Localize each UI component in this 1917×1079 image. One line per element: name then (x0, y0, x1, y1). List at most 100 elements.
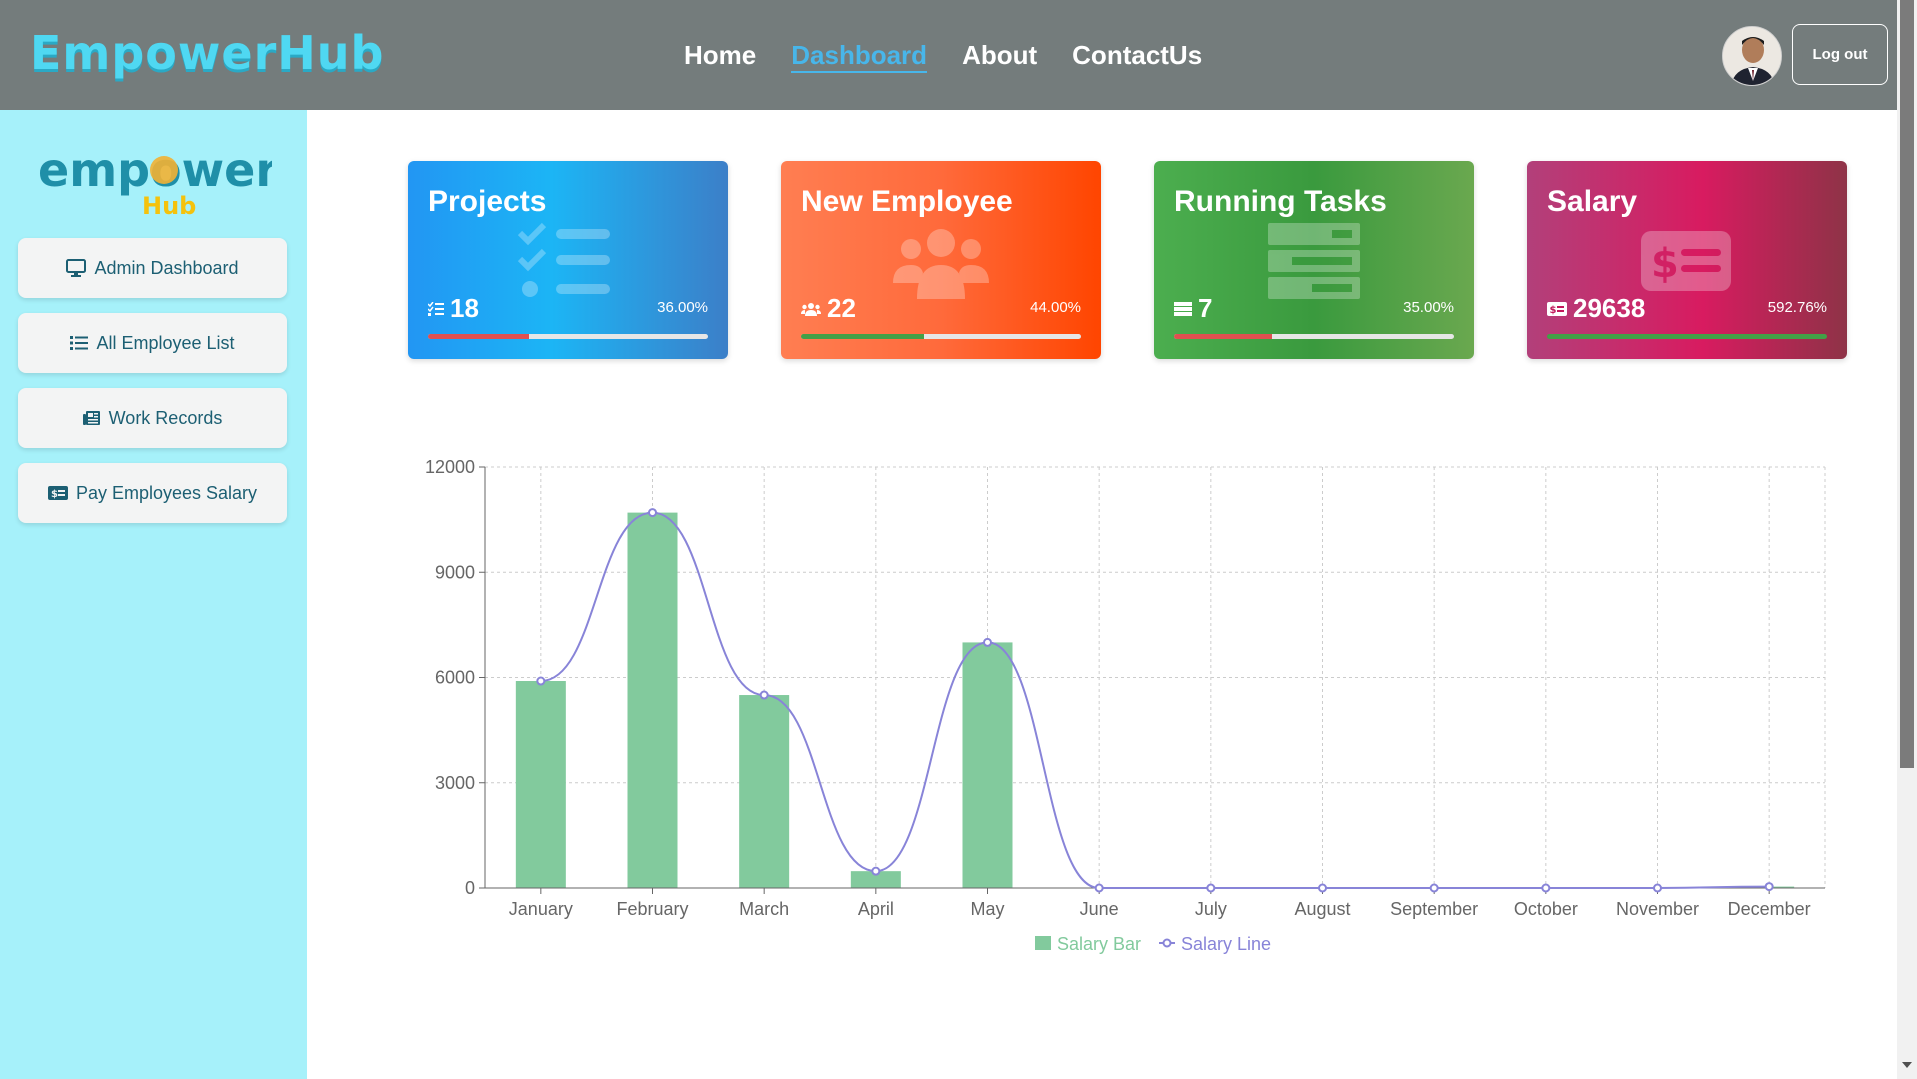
list-check-icon (518, 222, 610, 297)
y-tick-label: 3000 (435, 773, 475, 793)
scroll-down-arrow-icon[interactable] (1902, 1062, 1912, 1068)
card-new-employee[interactable]: New Employee 22 44.00% (781, 161, 1101, 359)
users-small-icon (801, 302, 821, 316)
salary-line-point (871, 866, 881, 876)
x-tick-label: November (1616, 899, 1699, 919)
sidebar-item-admin-dashboard[interactable]: Admin Dashboard (18, 238, 287, 298)
card-progress-bar (428, 334, 708, 339)
card-value-text: 22 (827, 293, 856, 323)
card-value: 7 (1174, 293, 1212, 324)
nav-link-home[interactable]: Home (684, 40, 756, 73)
tasks-icon (1268, 223, 1360, 299)
legend-label-salary-line: Salary Line (1181, 934, 1271, 954)
y-tick-label: 0 (465, 878, 475, 898)
card-salary[interactable]: Salary $ $ 29638 592.76% (1527, 161, 1847, 359)
salary-line-point (1764, 882, 1774, 892)
card-percent: 44.00% (1030, 299, 1081, 316)
tasks-small-icon (1174, 301, 1192, 316)
desktop-icon (66, 259, 87, 277)
salary-line-point (536, 676, 546, 686)
card-progress-fill (1174, 334, 1272, 339)
sidebar-item-pay-employees-salary[interactable]: $ Pay Employees Salary (18, 463, 287, 523)
card-progress-bar (1174, 334, 1454, 339)
y-tick-label: 6000 (435, 668, 475, 688)
logo-globe-icon (150, 156, 178, 184)
salary-line-point (1429, 883, 1439, 893)
salary-line-point (1206, 883, 1216, 893)
main-nav: Home Dashboard About ContactUs (684, 40, 1202, 73)
card-running-tasks[interactable]: Running Tasks 7 35.00% (1154, 161, 1474, 359)
x-tick-label: June (1080, 899, 1119, 919)
nav-link-dashboard[interactable]: Dashboard (791, 40, 928, 73)
salary-bar (739, 695, 790, 888)
money-check-icon: $ (47, 486, 68, 500)
card-value: $ 29638 (1547, 293, 1645, 324)
salary-bar (627, 512, 678, 888)
sidebar-logo-sub: Hub (142, 192, 196, 220)
sidebar-item-all-employee-list[interactable]: All Employee List (18, 313, 287, 373)
card-title: New Employee (801, 185, 1013, 218)
x-tick-label: January (509, 899, 573, 919)
sidebar-item-label: All Employee List (96, 332, 235, 353)
card-value-text: 7 (1198, 293, 1213, 323)
logout-button[interactable]: Log out (1792, 24, 1888, 85)
money-bill-icon: $ (1641, 231, 1731, 291)
salary-bar (962, 642, 1013, 888)
x-tick-label: October (1514, 899, 1578, 919)
card-progress-bar (1547, 334, 1827, 339)
card-percent: 36.00% (657, 299, 708, 316)
card-title: Projects (428, 185, 547, 218)
y-tick-label: 9000 (435, 562, 475, 582)
salary-line-point (1094, 883, 1104, 893)
salary-bar (515, 681, 566, 888)
brand-logo[interactable]: EmpowerHub (30, 26, 384, 80)
sidebar-logo[interactable]: empower Hub (36, 140, 272, 220)
card-progress-fill (428, 334, 529, 339)
sidebar-item-label: Admin Dashboard (94, 257, 239, 278)
card-title: Salary (1547, 185, 1638, 218)
users-icon (893, 229, 989, 299)
card-value: 18 (428, 293, 479, 324)
user-avatar-icon (1723, 27, 1781, 85)
money-check-small-icon: $ (1547, 301, 1567, 316)
card-projects[interactable]: Projects 18 36.00% (408, 161, 728, 359)
card-percent: 35.00% (1403, 299, 1454, 316)
nav-link-contactus[interactable]: ContactUs (1072, 40, 1202, 73)
svg-text:$: $ (51, 489, 58, 500)
salary-chart: 0 3000 6000 9000 12000 January February March Ap… (425, 457, 1826, 954)
x-tick-label: May (970, 899, 1004, 919)
card-value: 22 (801, 293, 856, 324)
svg-text:$: $ (1550, 305, 1557, 316)
salary-line-point (983, 637, 992, 647)
salary-line (540, 511, 1770, 889)
x-tick-label: August (1294, 899, 1350, 919)
salary-line-point (648, 508, 657, 518)
x-tick-label: July (1195, 899, 1227, 919)
legend-swatch-salary-line-point (1162, 938, 1172, 948)
user-avatar[interactable] (1722, 26, 1782, 86)
salary-line-point (1541, 883, 1551, 893)
x-tick-label: April (858, 899, 894, 919)
nav-link-about[interactable]: About (962, 40, 1037, 73)
page-scrollbar-thumb[interactable] (1900, 0, 1914, 768)
x-tick-label: February (616, 899, 688, 919)
legend-swatch-salary-bar (1035, 936, 1051, 950)
newspaper-icon (82, 411, 100, 425)
salary-line-point (1653, 883, 1662, 893)
list-icon (70, 336, 89, 350)
card-progress-fill (801, 334, 925, 339)
top-navbar: EmpowerHub Home Dashboard About ContactU… (0, 0, 1897, 110)
sidebar-item-work-records[interactable]: Work Records (18, 388, 287, 448)
card-percent: 592.76% (1767, 299, 1827, 316)
svg-text:$: $ (1651, 241, 1679, 287)
x-tick-label: December (1728, 899, 1811, 919)
x-tick-label: March (739, 899, 789, 919)
card-value-text: 29638 (1573, 293, 1646, 323)
card-title: Running Tasks (1174, 185, 1387, 218)
legend-label-salary-bar: Salary Bar (1057, 934, 1141, 954)
sidebar-item-label: Work Records (108, 407, 223, 428)
sidebar-item-label: Pay Employees Salary (75, 482, 258, 503)
card-progress-bar (801, 334, 1081, 339)
y-tick-label: 12000 (425, 457, 475, 477)
card-value-text: 18 (450, 293, 479, 323)
